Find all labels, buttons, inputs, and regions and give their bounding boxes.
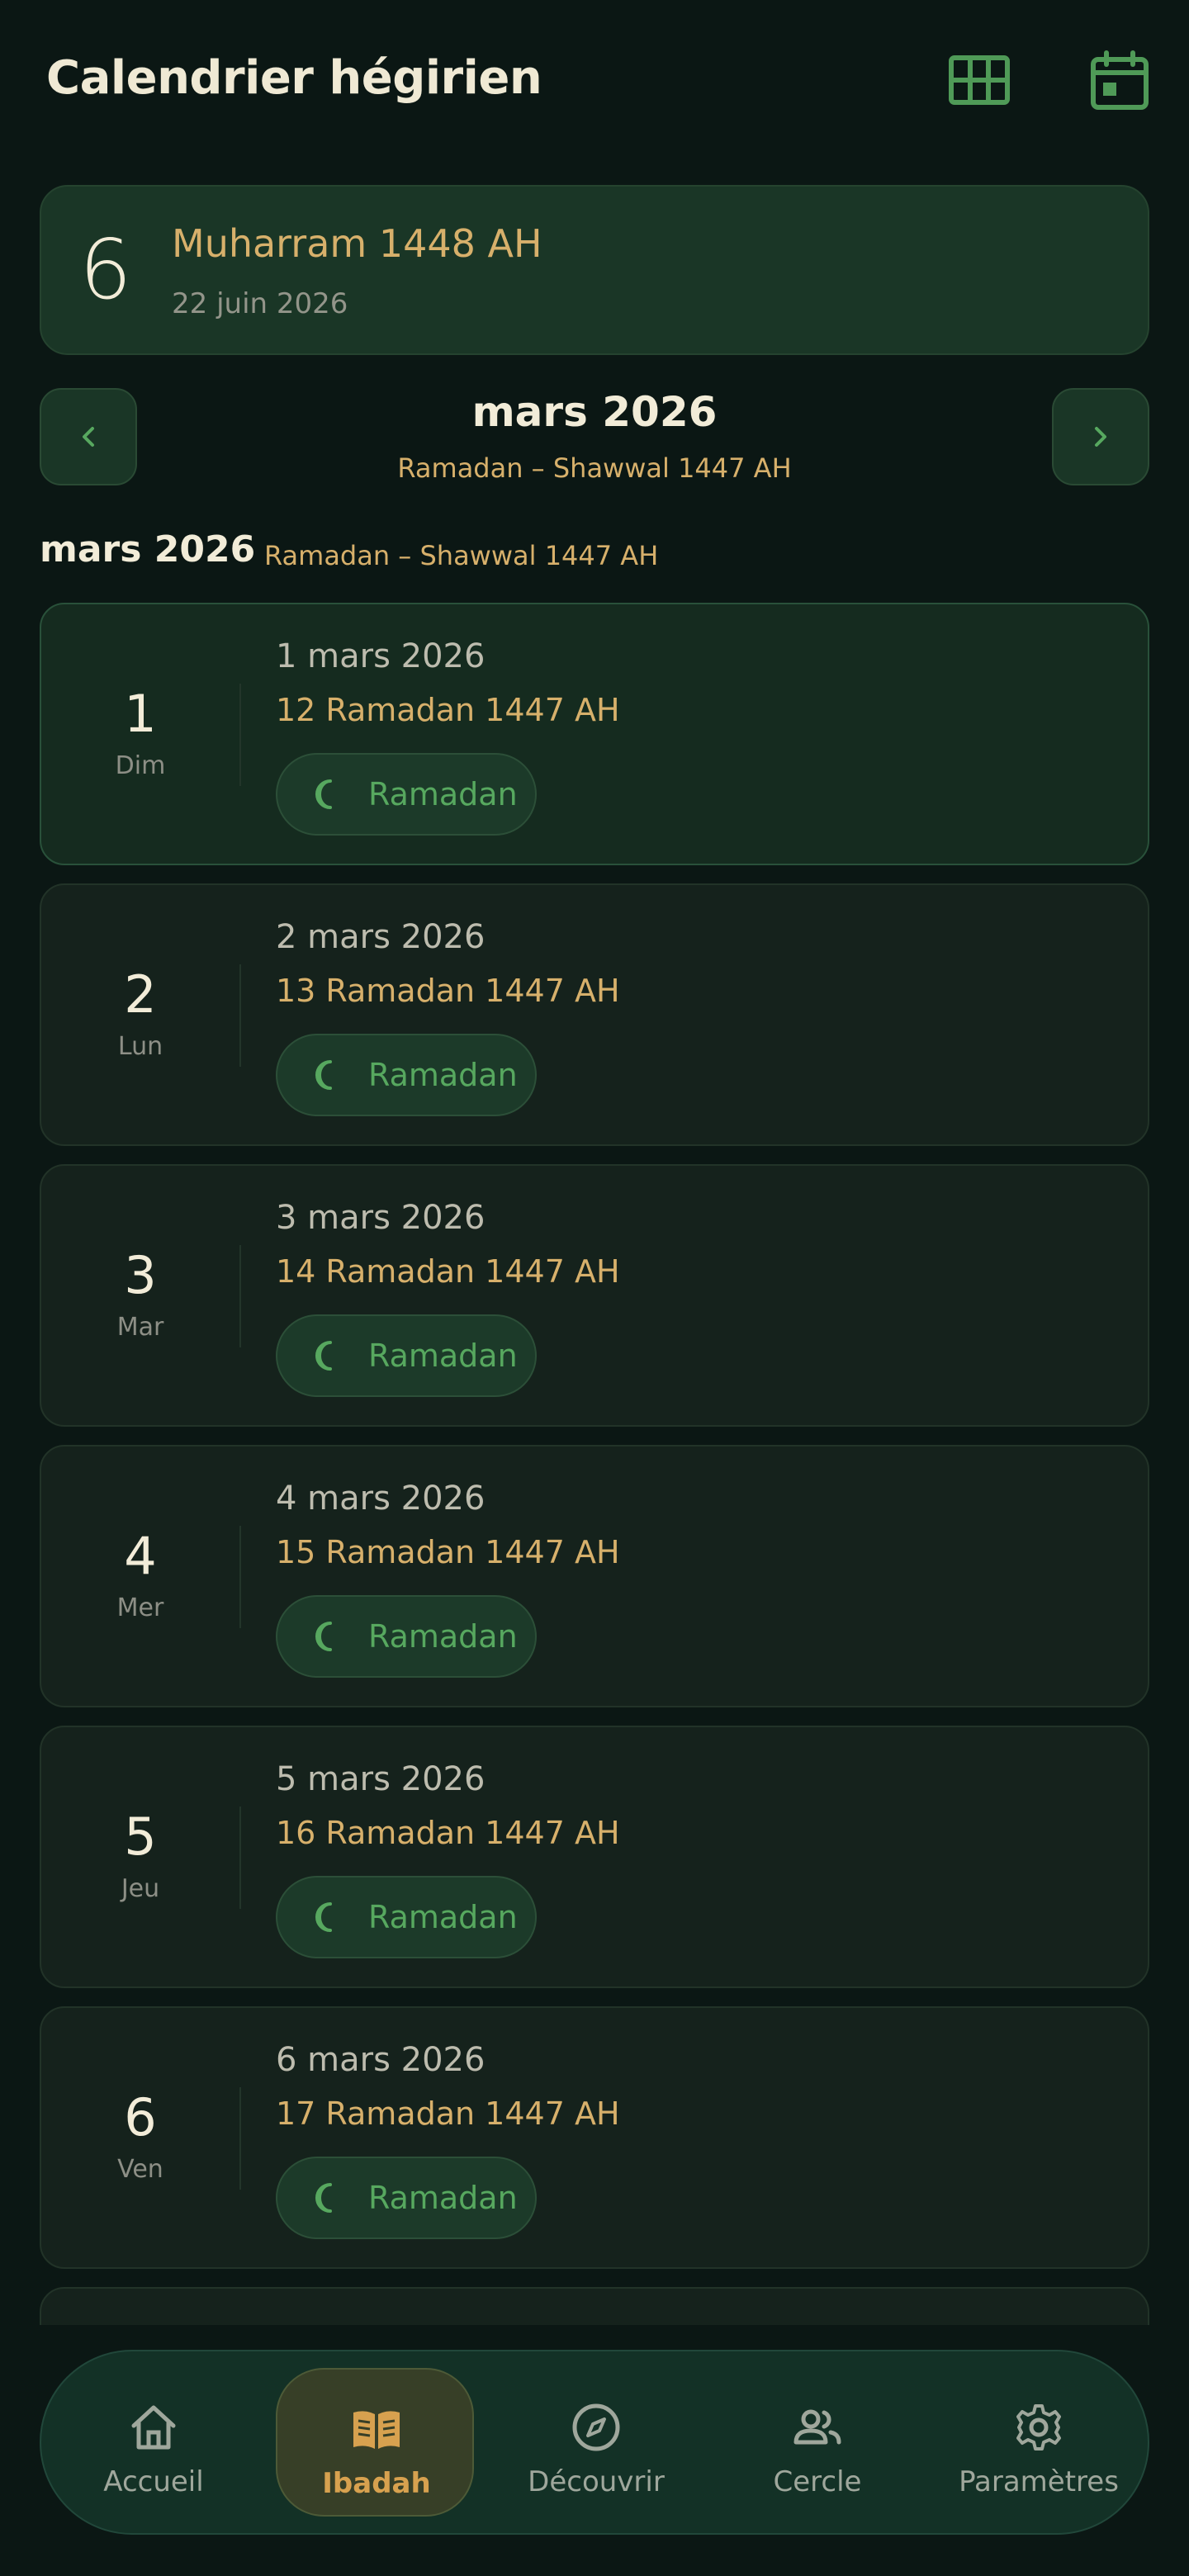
crescent-moon-icon: [315, 1622, 332, 1651]
book-icon: [353, 2411, 400, 2449]
day-hijri-date: 14 Ramadan 1447 AH: [276, 1253, 620, 1290]
section-hijri-range: Ramadan – Shawwal 1447 AH: [264, 540, 659, 571]
crescent-moon-icon: [315, 1902, 332, 1932]
nav-label: Découvrir: [528, 2465, 665, 2498]
chevron-left-icon: [83, 427, 94, 447]
day-number: 3: [124, 1245, 157, 1305]
day-gregorian-date: 6 mars 2026: [276, 2041, 486, 2079]
divider: [239, 964, 241, 1067]
day-hijri-date: 12 Ramadan 1447 AH: [276, 692, 620, 728]
tag-label: Ramadan: [368, 1057, 518, 1093]
day-number: 4: [124, 1526, 157, 1586]
current-month-label: mars 2026: [471, 388, 718, 436]
nav-cercle[interactable]: Cercle: [718, 2368, 917, 2517]
day-card[interactable]: 4 Mer 4 mars 2026 15 Ramadan 1447 AH Ram…: [40, 1445, 1149, 1707]
divider: [239, 1526, 241, 1628]
ramadan-tag[interactable]: Ramadan: [276, 2157, 537, 2239]
crescent-moon-icon: [315, 2183, 332, 2213]
nav-label: Accueil: [103, 2465, 204, 2498]
day-card[interactable]: 2 Lun 2 mars 2026 13 Ramadan 1447 AH Ram…: [40, 883, 1149, 1146]
day-number: 2: [124, 964, 157, 1025]
tag-label: Ramadan: [368, 2180, 518, 2216]
day-hijri-date: 13 Ramadan 1447 AH: [276, 973, 620, 1009]
gear-icon: [1016, 2404, 1061, 2451]
ramadan-tag[interactable]: Ramadan: [276, 1314, 537, 1397]
tag-label: Ramadan: [368, 1618, 518, 1655]
day-number: 1: [124, 684, 157, 744]
day-card[interactable]: 6 Ven 6 mars 2026 17 Ramadan 1447 AH Ram…: [40, 2006, 1149, 2269]
page-title: Calendrier hégirien: [46, 51, 542, 105]
day-weekday: Ven: [117, 2155, 163, 2184]
next-month-button[interactable]: [1052, 388, 1149, 485]
app-header: Calendrier hégirien: [0, 0, 1189, 165]
bottom-navigation-bar: Accueil Ibadah Découvrir Cercle Paramètr…: [40, 2350, 1149, 2535]
day-weekday: Mar: [116, 1313, 164, 1342]
day-number: 6: [124, 2087, 157, 2147]
calendar-icon: [1091, 50, 1149, 110]
day-card[interactable]: 3 Mar 3 mars 2026 14 Ramadan 1447 AH Ram…: [40, 1164, 1149, 1427]
day-hijri-date: 16 Ramadan 1447 AH: [276, 1815, 620, 1851]
previous-month-button[interactable]: [40, 388, 137, 485]
grid-icon: [949, 55, 1010, 105]
day-gregorian-date: 1 mars 2026: [276, 637, 486, 675]
grid-view-button[interactable]: [948, 48, 1014, 114]
section-month-title: mars 2026: [40, 528, 256, 571]
crescent-moon-icon: [315, 1060, 332, 1090]
day-weekday: Mer: [116, 1593, 164, 1622]
day-hijri-date: 15 Ramadan 1447 AH: [276, 1534, 620, 1570]
day-weekday: Dim: [115, 751, 166, 780]
today-gregorian-date: 22 juin 2026: [172, 287, 348, 320]
ramadan-tag[interactable]: Ramadan: [276, 753, 537, 836]
ramadan-tag[interactable]: Ramadan: [276, 1595, 537, 1678]
divider: [239, 684, 241, 786]
nav-ibadah[interactable]: Ibadah: [276, 2368, 474, 2517]
compass-icon: [572, 2403, 620, 2451]
day-card[interactable]: 1 Dim 1 mars 2026 12 Ramadan 1447 AH Ram…: [40, 603, 1149, 865]
divider: [239, 1807, 241, 1909]
day-gregorian-date: 2 mars 2026: [276, 918, 486, 956]
ramadan-tag[interactable]: Ramadan: [276, 1034, 537, 1116]
day-list[interactable]: 1 Dim 1 mars 2026 12 Ramadan 1447 AH Ram…: [40, 603, 1149, 2327]
nav-decouvrir[interactable]: Découvrir: [497, 2368, 695, 2517]
day-card[interactable]: 5 Jeu 5 mars 2026 16 Ramadan 1447 AH Ram…: [40, 1726, 1149, 1988]
day-hijri-date: 17 Ramadan 1447 AH: [276, 2095, 620, 2132]
nav-label: Cercle: [773, 2465, 862, 2498]
ramadan-tag[interactable]: Ramadan: [276, 1876, 537, 1958]
current-month-hijri-range: Ramadan – Shawwal 1447 AH: [397, 452, 792, 484]
today-calendar-button[interactable]: [1087, 48, 1153, 114]
hijri-calendar-screen: Calendrier hégirien 6 Muharram 1448 AH 2…: [0, 0, 1189, 2576]
day-gregorian-date: 3 mars 2026: [276, 1199, 486, 1237]
nav-label: Paramètres: [959, 2465, 1119, 2498]
today-hijri-date: Muharram 1448 AH: [172, 221, 542, 266]
today-day-number: 6: [79, 221, 132, 318]
tag-label: Ramadan: [368, 1899, 518, 1935]
nav-accueil[interactable]: Accueil: [54, 2368, 253, 2517]
home-icon: [131, 2405, 176, 2450]
day-gregorian-date: 4 mars 2026: [276, 1480, 486, 1518]
people-icon: [793, 2409, 841, 2445]
chevron-right-icon: [1095, 427, 1106, 447]
day-weekday: Lun: [117, 1032, 163, 1061]
day-card[interactable]: [40, 2287, 1149, 2327]
crescent-moon-icon: [315, 779, 332, 809]
nav-parametres[interactable]: Paramètres: [940, 2368, 1138, 2517]
day-gregorian-date: 5 mars 2026: [276, 1760, 486, 1798]
today-card[interactable]: 6 Muharram 1448 AH 22 juin 2026: [40, 185, 1149, 355]
nav-label: Ibadah: [322, 2467, 431, 2500]
tag-label: Ramadan: [368, 776, 518, 812]
tag-label: Ramadan: [368, 1338, 518, 1374]
crescent-moon-icon: [315, 1341, 332, 1371]
divider: [239, 2087, 241, 2190]
day-number: 5: [124, 1807, 157, 1867]
divider: [239, 1245, 241, 1347]
day-weekday: Jeu: [121, 1874, 160, 1903]
